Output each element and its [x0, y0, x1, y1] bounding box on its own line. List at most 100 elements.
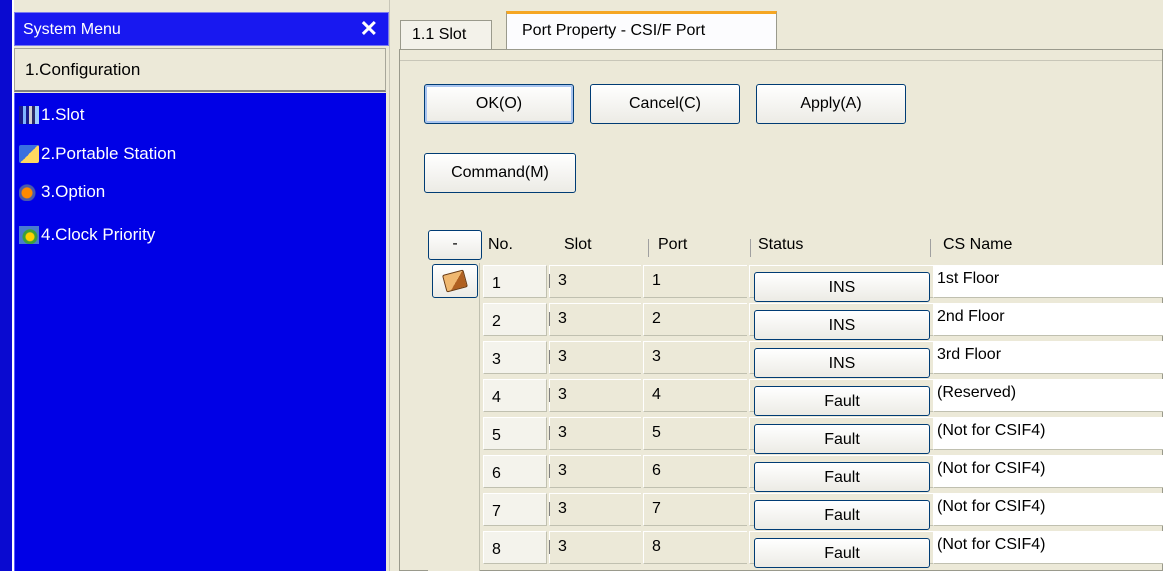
table-row[interactable]: 5 3 5 Fault (Not for CSIF4) [483, 415, 1163, 454]
cell-no: 1 [483, 265, 547, 298]
cell-cs-name[interactable]: 2nd Floor [933, 303, 1163, 336]
status-button[interactable]: INS [754, 348, 930, 378]
folder-icon [442, 269, 468, 293]
column-header-no[interactable]: No. [488, 227, 513, 263]
status-button[interactable]: Fault [754, 538, 930, 568]
table-row[interactable]: 8 3 8 Fault (Not for CSIF4) [483, 529, 1163, 568]
menu-item-option[interactable]: 3.Option [19, 179, 105, 205]
status-button[interactable]: Fault [754, 424, 930, 454]
column-header-slot[interactable]: Slot [564, 227, 592, 263]
status-button[interactable]: Fault [754, 500, 930, 530]
menu-item-portable-station[interactable]: 2.Portable Station [19, 141, 176, 167]
cell-cs-name[interactable]: 3rd Floor [933, 341, 1163, 374]
cell-cs-name[interactable]: (Reserved) [933, 379, 1163, 412]
table-row[interactable]: 3 3 3 INS 3rd Floor [483, 339, 1163, 378]
table-row[interactable]: 2 3 2 INS 2nd Floor [483, 301, 1163, 340]
cell-slot-value: 3 [558, 272, 567, 289]
close-icon[interactable]: ✕ [360, 13, 378, 45]
cell-port-value: 7 [652, 500, 661, 517]
cell-slot-value: 3 [558, 424, 567, 441]
cell-port-value: 8 [652, 538, 661, 555]
cell-divider [549, 464, 550, 478]
tab-slot[interactable]: 1.1 Slot [400, 20, 492, 49]
cell-port[interactable]: 8 [643, 531, 747, 564]
cell-slot-value: 3 [558, 386, 567, 403]
cell-divider [549, 388, 550, 402]
cell-slot[interactable]: 3 [549, 455, 641, 488]
cell-slot[interactable]: 3 [549, 531, 641, 564]
cell-slot[interactable]: 3 [549, 417, 641, 450]
collapse-button[interactable]: - [428, 230, 482, 260]
cell-port-value: 2 [652, 310, 661, 327]
expand-button[interactable] [432, 264, 478, 298]
cell-status: INS [749, 265, 933, 302]
column-header-status[interactable]: Status [758, 227, 803, 263]
cancel-button[interactable]: Cancel(C) [590, 84, 740, 124]
cell-slot[interactable]: 3 [549, 303, 641, 336]
menu-edge [0, 0, 14, 571]
cell-status: INS [749, 341, 933, 378]
menu-category-configuration[interactable]: 1.Configuration [14, 48, 386, 92]
ok-button[interactable]: OK(O) [424, 84, 574, 124]
menu-item-label: 1.Slot [41, 105, 85, 124]
cell-port[interactable]: 3 [643, 341, 747, 374]
cell-port-value: 1 [652, 272, 661, 289]
port-grid: - No. Slot Port Status CS Name 1 3 1 INS 1st… [428, 227, 1163, 571]
cell-status: Fault [749, 417, 933, 454]
tab-port-property[interactable]: Port Property - CSI/F Port [506, 11, 777, 49]
cell-slot[interactable]: 3 [549, 379, 641, 412]
cell-cs-name[interactable]: (Not for CSIF4) [933, 493, 1163, 526]
column-header-port[interactable]: Port [658, 227, 687, 263]
table-row[interactable]: 1 3 1 INS 1st Floor [483, 263, 1163, 302]
status-button[interactable]: Fault [754, 386, 930, 416]
cell-cs-name[interactable]: (Not for CSIF4) [933, 531, 1163, 564]
table-row[interactable]: 4 3 4 Fault (Reserved) [483, 377, 1163, 416]
menu-item-clock-priority[interactable]: 4.Clock Priority [19, 222, 155, 248]
cell-port-value: 3 [652, 348, 661, 365]
cell-slot[interactable]: 3 [549, 341, 641, 374]
cell-port-value: 4 [652, 386, 661, 403]
table-row[interactable]: 6 3 6 Fault (Not for CSIF4) [483, 453, 1163, 492]
cell-divider [549, 274, 550, 288]
command-button[interactable]: Command(M) [424, 153, 576, 193]
cell-divider [549, 426, 550, 440]
cell-no: 7 [483, 493, 547, 526]
cell-port[interactable]: 1 [643, 265, 747, 298]
cell-port[interactable]: 4 [643, 379, 747, 412]
cell-slot-value: 3 [558, 500, 567, 517]
column-header-cs-name[interactable]: CS Name [943, 227, 1012, 263]
cell-divider [549, 502, 550, 516]
cell-no: 4 [483, 379, 547, 412]
row-gutter [428, 263, 480, 571]
status-button[interactable]: INS [754, 272, 930, 302]
cell-slot[interactable]: 3 [549, 265, 641, 298]
cell-port[interactable]: 5 [643, 417, 747, 450]
system-menu-panel: System Menu ✕ 1.Configuration 1.Slot 2.P… [0, 0, 393, 571]
table-row[interactable]: 7 3 7 Fault (Not for CSIF4) [483, 491, 1163, 530]
cell-port[interactable]: 6 [643, 455, 747, 488]
cell-cs-name[interactable]: (Not for CSIF4) [933, 455, 1163, 488]
apply-button[interactable]: Apply(A) [756, 84, 906, 124]
clock-priority-icon [19, 226, 39, 244]
cell-port[interactable]: 2 [643, 303, 747, 336]
menu-item-slot[interactable]: 1.Slot [19, 102, 84, 128]
cell-port[interactable]: 7 [643, 493, 747, 526]
status-button[interactable]: INS [754, 310, 930, 340]
cell-cs-name[interactable]: 1st Floor [933, 265, 1163, 298]
cell-no: 8 [483, 531, 547, 564]
cell-slot[interactable]: 3 [549, 493, 641, 526]
cell-divider [549, 540, 550, 554]
menu-item-label: 2.Portable Station [41, 144, 177, 163]
option-icon [19, 183, 39, 201]
column-separator [648, 239, 649, 257]
cell-port-value: 6 [652, 462, 661, 479]
cell-divider [549, 312, 550, 326]
status-button[interactable]: Fault [754, 462, 930, 492]
menu-item-label: 4.Clock Priority [41, 225, 156, 244]
cell-status: Fault [749, 379, 933, 416]
cell-status: INS [749, 303, 933, 340]
cell-cs-name[interactable]: (Not for CSIF4) [933, 417, 1163, 450]
cell-no: 6 [483, 455, 547, 488]
portable-station-icon [19, 145, 39, 163]
cell-slot-value: 3 [558, 462, 567, 479]
